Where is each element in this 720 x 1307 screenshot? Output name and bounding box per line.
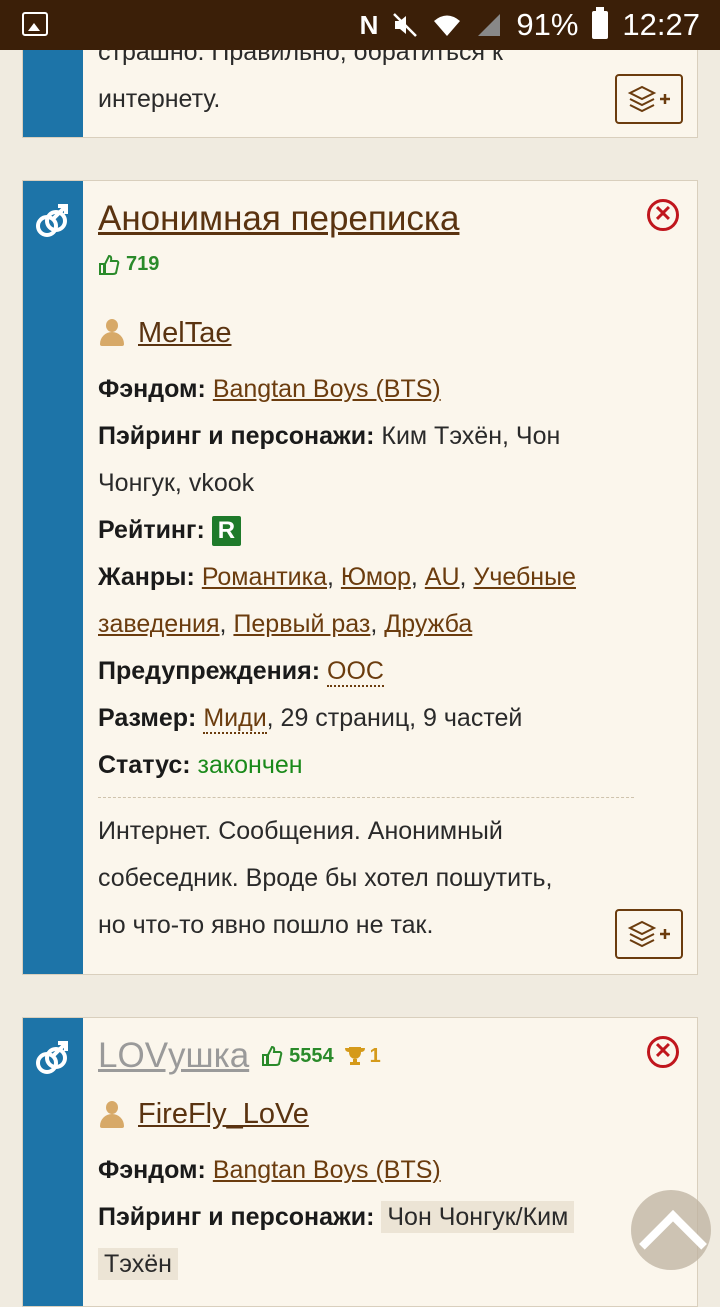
fic-title-link[interactable]: LOVушка: [98, 1036, 249, 1076]
fic-card: ✕ Анонимная переписка 719 MelTae Фэндом:…: [22, 180, 698, 975]
fic-title-link[interactable]: Анонимная переписка: [98, 199, 459, 238]
size-label: Размер:: [98, 703, 197, 732]
fandom-link[interactable]: Bangtan Boys (BTS): [213, 1156, 441, 1184]
wifi-icon: [434, 15, 461, 36]
card-stripe: [23, 181, 83, 974]
slash-gender-icon: [36, 1041, 68, 1074]
layers-plus-icon: [627, 85, 670, 113]
rating-badge[interactable]: R: [211, 515, 242, 546]
fandom-label: Фэндом:: [98, 374, 206, 403]
genres-label: Жанры:: [98, 562, 195, 591]
size-link[interactable]: Миди: [203, 703, 267, 734]
status-value: закончен: [197, 750, 303, 779]
rating-label: Рейтинг:: [98, 515, 205, 544]
pairing-label: Пэйринг и персонажи:: [98, 1203, 375, 1231]
pairing-value-cont: Чонгук, vkook: [98, 468, 255, 497]
user-icon: [98, 319, 126, 347]
thumbs-up-icon: [99, 254, 120, 275]
gallery-icon: [22, 12, 48, 36]
card-description: Интернет. Сообщения. Анонимный собеседни…: [98, 816, 553, 939]
author-link[interactable]: MelTae: [138, 317, 232, 350]
scroll-to-top-button[interactable]: [631, 1190, 711, 1270]
battery-percent: 91%: [516, 7, 579, 42]
user-icon: [98, 1100, 126, 1129]
battery-icon: [592, 7, 609, 39]
pairing-value-cont[interactable]: Тэхён: [98, 1248, 178, 1280]
status-label: Статус:: [98, 750, 191, 779]
warning-link[interactable]: OOC: [327, 656, 384, 687]
layers-plus-icon: [627, 920, 670, 948]
likes-count: 5554: [261, 1045, 334, 1068]
author-link[interactable]: FireFly_LoVe: [138, 1098, 309, 1131]
status-bar: N 91% 12:27: [0, 0, 720, 50]
warnings-label: Предупреждения:: [98, 656, 321, 685]
genre-link[interactable]: Первый раз: [233, 610, 370, 638]
trophy-icon: [344, 1047, 365, 1065]
genre-link[interactable]: заведения: [98, 610, 220, 638]
pairing-value: Ким Тэхён, Чон: [381, 421, 561, 450]
likes-count: 719: [98, 253, 159, 276]
mute-icon: [393, 13, 418, 37]
genre-link[interactable]: AU: [425, 563, 460, 591]
pairing-label: Пэйринг и персонажи:: [98, 421, 375, 450]
genre-link[interactable]: Юмор: [341, 563, 411, 591]
genre-link[interactable]: Дружба: [384, 610, 472, 638]
fandom-link[interactable]: Bangtan Boys (BTS): [213, 375, 441, 403]
size-details: , 29 страниц, 9 частей: [266, 703, 523, 732]
add-to-collection-button[interactable]: [615, 74, 683, 124]
trophy-count: 1: [344, 1045, 381, 1068]
add-to-collection-button[interactable]: [615, 909, 683, 959]
pairing-value[interactable]: Чон Чонгук/Ким: [381, 1201, 575, 1233]
nfc-icon: N: [359, 9, 379, 40]
thumbs-up-icon: [262, 1045, 283, 1066]
signal-icon: [478, 14, 501, 36]
genre-link[interactable]: Учебные: [473, 563, 576, 591]
genre-link[interactable]: Романтика: [202, 563, 327, 591]
clock: 12:27: [622, 7, 700, 42]
slash-gender-icon: [36, 204, 68, 237]
divider: [98, 796, 634, 798]
card-stripe: [23, 1018, 83, 1306]
fic-card: ✕ LOVушка 5554 1 FireFly_LoVe Фэндом: Ba…: [22, 1017, 698, 1307]
fandom-label: Фэндом:: [98, 1156, 206, 1184]
